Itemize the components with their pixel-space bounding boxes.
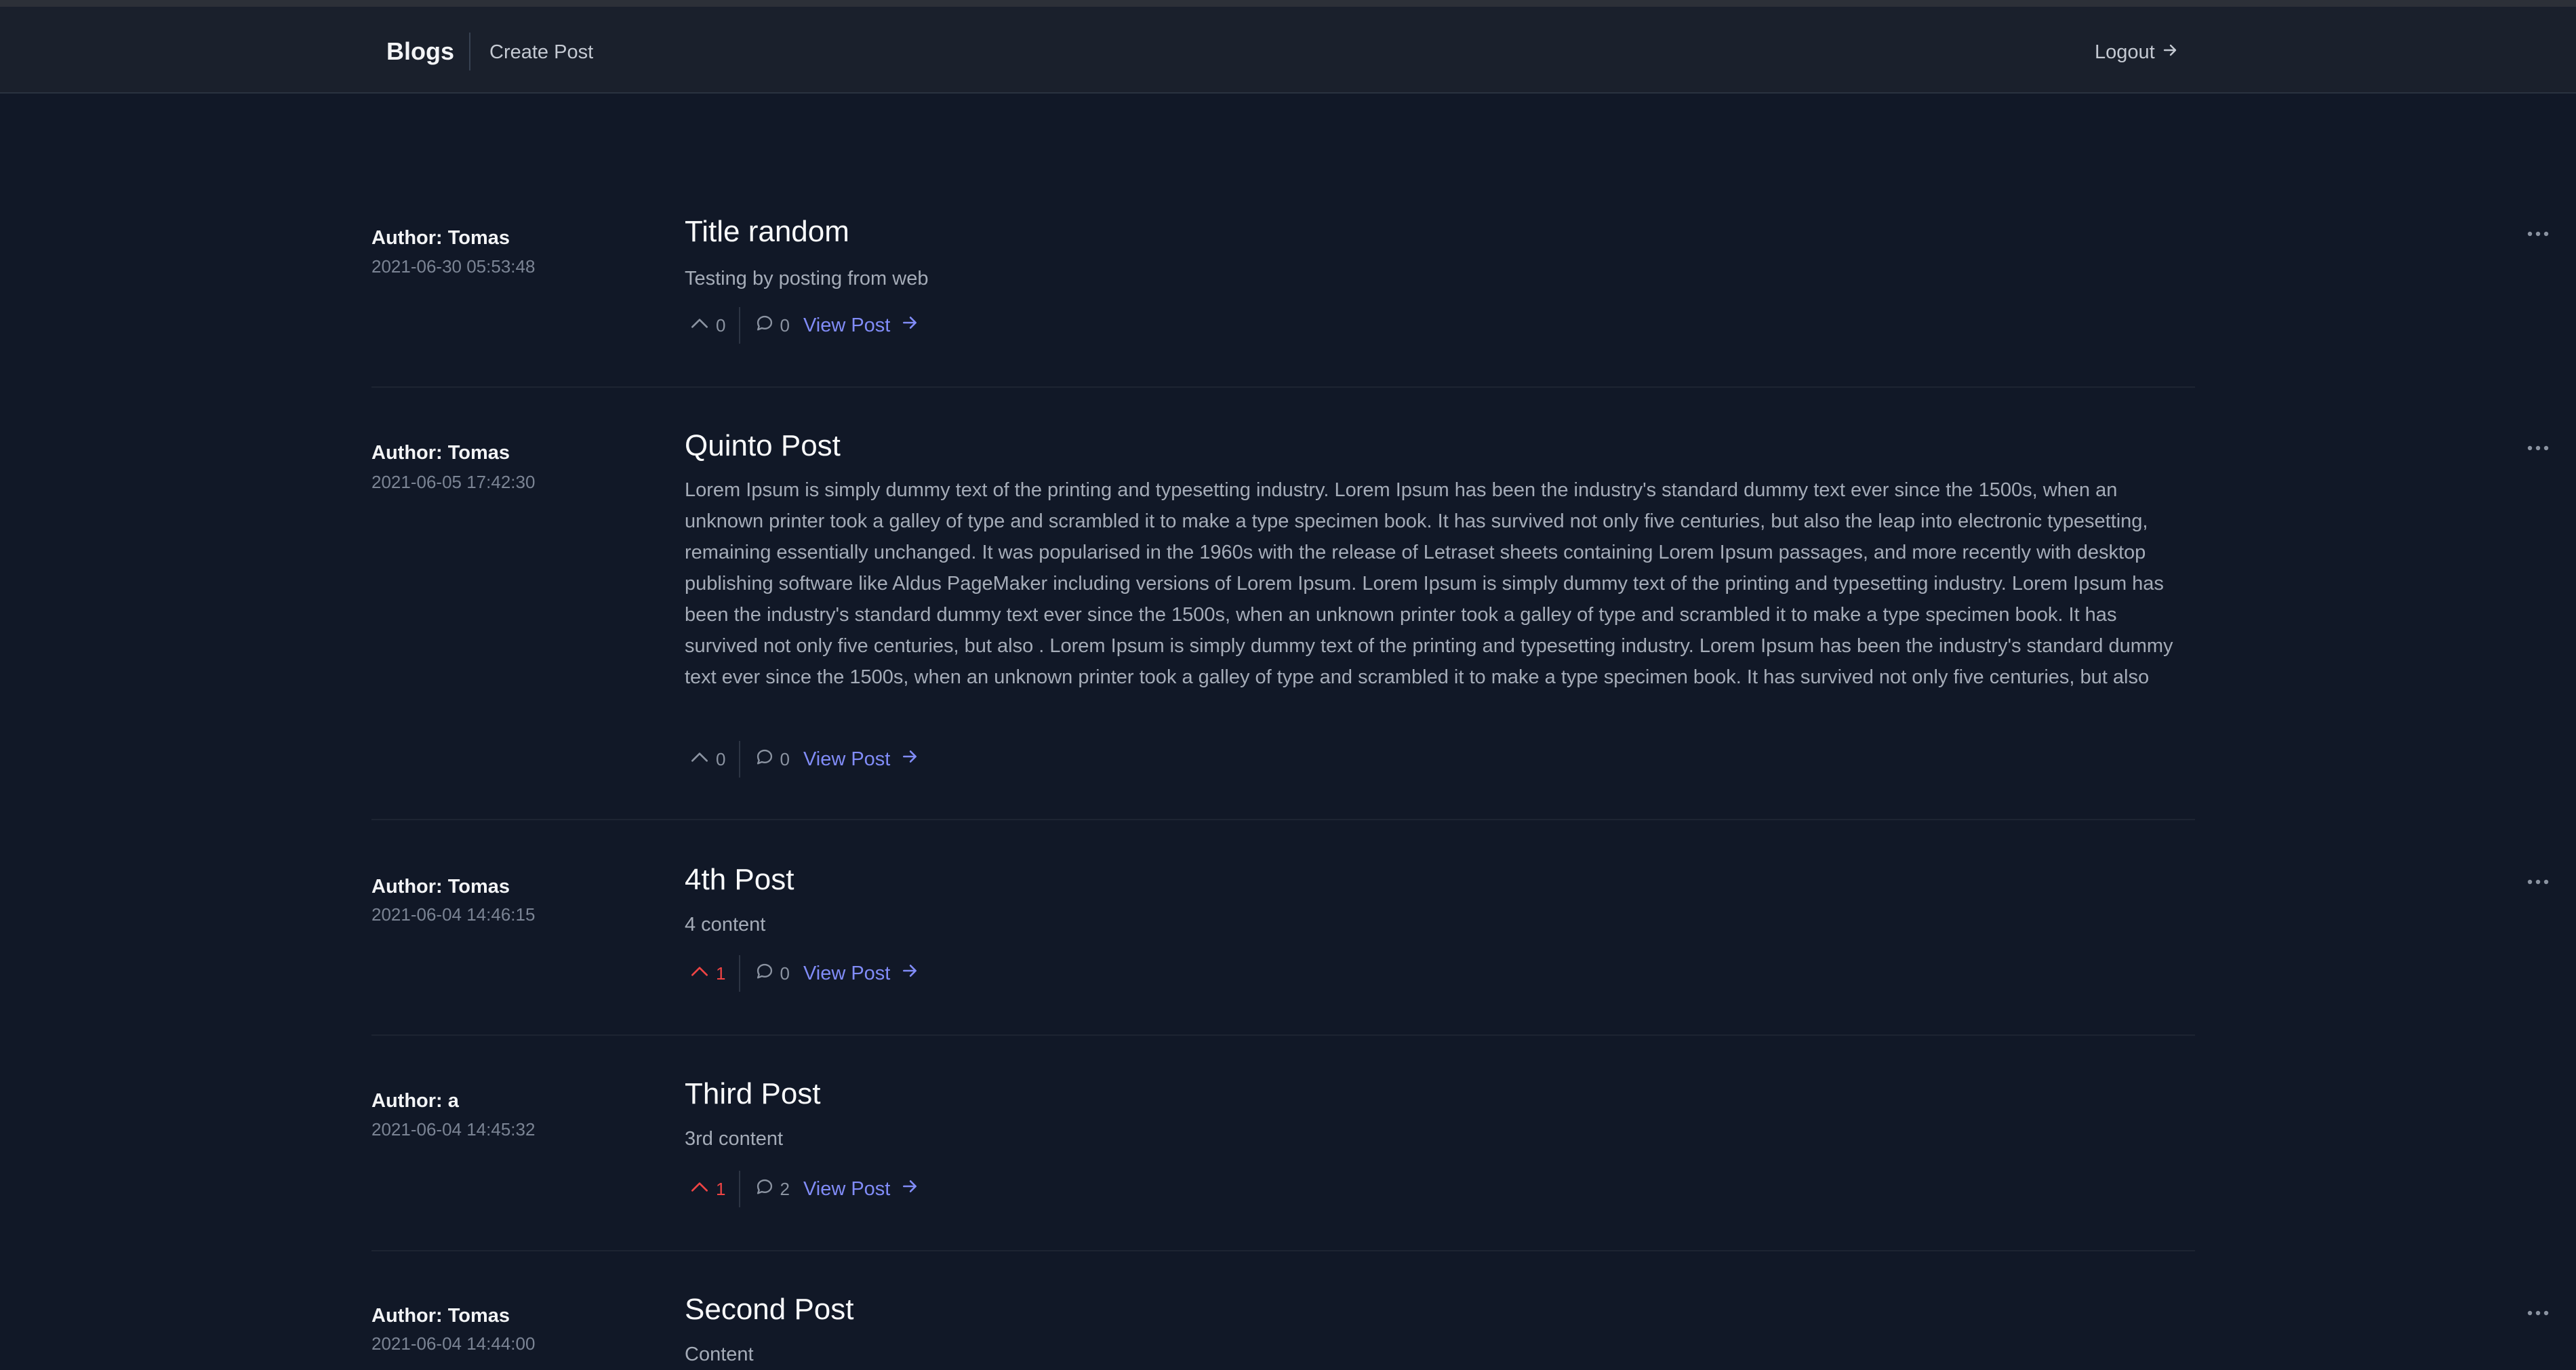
upvote-button[interactable]: 0 (685, 313, 739, 339)
chevron-up-icon (689, 746, 710, 773)
view-post-label: View Post (803, 962, 891, 984)
post-author: Author: Tomas (371, 442, 510, 464)
view-post-label: View Post (803, 314, 891, 336)
post-divider (371, 1034, 2195, 1036)
post-content: 4 content (685, 914, 766, 935)
chevron-up-icon (689, 961, 710, 987)
view-post-link[interactable]: View Post (803, 748, 919, 771)
post-date: 2021-06-30 05:53:48 (371, 256, 536, 277)
comments-indicator: 0 (740, 748, 803, 771)
post-content: 3rd content (685, 1128, 784, 1150)
upvote-button[interactable]: 1 (685, 961, 739, 987)
post-author: Author: Tomas (371, 1305, 510, 1327)
arrow-right-icon (901, 1177, 919, 1201)
vote-count: 1 (716, 1178, 726, 1199)
post-content: Lorem Ipsum is simply dummy text of the … (685, 479, 2173, 688)
post-content: Content (685, 1344, 754, 1365)
post-title: 4th Post (685, 863, 794, 896)
comments-indicator: 2 (740, 1177, 803, 1201)
more-options-icon[interactable] (2526, 229, 2550, 239)
comments-indicator: 0 (740, 962, 803, 986)
post-title: Third Post (685, 1077, 821, 1110)
post-author: Author: a (371, 1090, 459, 1112)
more-options-icon[interactable] (2526, 443, 2550, 453)
post-author: Author: Tomas (371, 227, 510, 249)
post-actions: 0 0 View Post (685, 307, 919, 344)
arrow-right-icon (901, 314, 919, 337)
comments-indicator: 0 (740, 314, 803, 338)
view-post-label: View Post (803, 748, 891, 770)
post-feed: Author: Tomas 2021-06-30 05:53:48 Title ra… (371, 0, 2549, 1365)
post-title: Second Post (685, 1293, 854, 1326)
vote-count: 1 (716, 963, 726, 984)
post-date: 2021-06-04 14:44:00 (371, 1333, 536, 1354)
comment-count: 0 (780, 963, 790, 984)
comment-icon (755, 1177, 774, 1201)
chevron-up-icon (689, 1176, 710, 1203)
post-actions: 1 0 View Post (685, 955, 919, 992)
post-title: Quinto Post (685, 429, 841, 462)
arrow-right-icon (901, 962, 919, 985)
comment-count: 0 (780, 748, 790, 769)
more-options-icon[interactable] (2526, 1308, 2550, 1318)
post-actions: 1 2 View Post (685, 1171, 919, 1207)
upvote-button[interactable]: 1 (685, 1176, 739, 1203)
comment-icon (755, 748, 774, 771)
comment-icon (755, 314, 774, 338)
vote-count: 0 (716, 315, 726, 336)
view-post-link[interactable]: View Post (803, 1177, 919, 1201)
view-post-link[interactable]: View Post (803, 314, 919, 337)
more-options-icon[interactable] (2526, 877, 2550, 887)
post-title: Title random (685, 215, 849, 248)
vote-count: 0 (716, 748, 726, 769)
post-actions: 0 0 View Post (685, 741, 919, 778)
post-content: Testing by posting from web (685, 268, 929, 289)
post-divider (371, 386, 2195, 388)
comment-count: 2 (780, 1178, 790, 1199)
arrow-right-icon (901, 748, 919, 771)
chevron-up-icon (689, 313, 710, 339)
post-divider (371, 1250, 2195, 1251)
view-post-label: View Post (803, 1177, 891, 1200)
view-post-link[interactable]: View Post (803, 962, 919, 985)
upvote-button[interactable]: 0 (685, 746, 739, 773)
post-date: 2021-06-04 14:45:32 (371, 1119, 536, 1140)
post-author: Author: Tomas (371, 876, 510, 898)
post-date: 2021-06-05 17:42:30 (371, 472, 536, 492)
post-divider (371, 819, 2195, 820)
comment-icon (755, 962, 774, 986)
comment-count: 0 (780, 315, 790, 336)
post-date: 2021-06-04 14:46:15 (371, 904, 536, 925)
